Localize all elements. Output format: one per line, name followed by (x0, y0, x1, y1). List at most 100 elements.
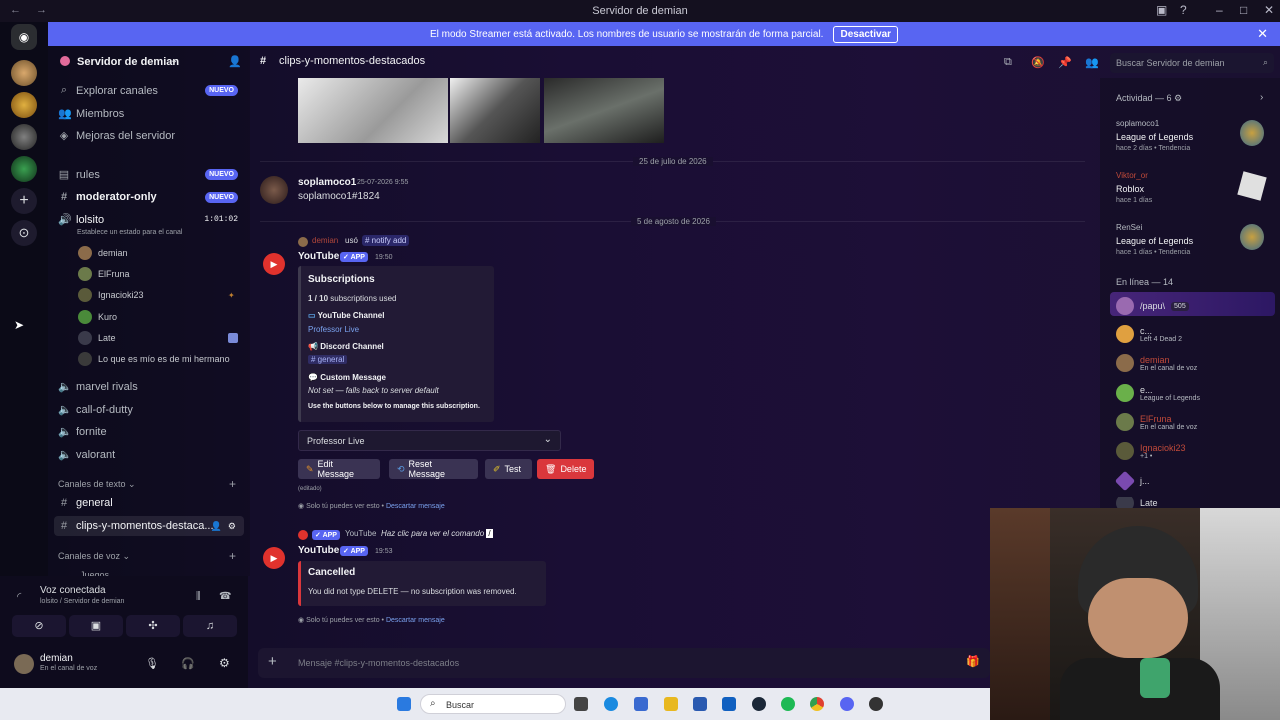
outlook-icon[interactable] (722, 697, 736, 711)
member-list-icon[interactable]: 👥 (1085, 56, 1099, 69)
youtube-avatar-icon[interactable]: ▶ (263, 547, 285, 569)
avatar[interactable] (260, 176, 288, 204)
edit-message-button[interactable]: ✎ Edit Message (298, 459, 380, 479)
add-channel-icon[interactable]: + (229, 549, 236, 563)
chevron-right-icon[interactable]: › (1260, 92, 1263, 103)
voice-user[interactable]: ElFruna (78, 267, 130, 281)
app-taskbar-icon[interactable] (869, 697, 883, 711)
voice-user[interactable]: Ignacioki23 ✦ (78, 288, 235, 302)
attached-image[interactable] (544, 78, 664, 143)
server-icon-2[interactable] (11, 92, 37, 118)
inbox-icon[interactable]: ▣ (1156, 3, 1167, 17)
sidebar-item-members[interactable]: 👥 Miembros (58, 107, 244, 121)
windows-start-icon[interactable] (397, 697, 411, 711)
add-attachment-icon[interactable]: + (268, 653, 277, 670)
command-mention[interactable]: # notify add (362, 235, 410, 246)
minimize-icon[interactable]: – (1216, 3, 1223, 17)
voice-channel[interactable]: 🔈 fornite (58, 425, 244, 439)
steam-icon[interactable] (752, 697, 766, 711)
voice-user[interactable]: Late (78, 331, 238, 345)
discord-taskbar-icon[interactable] (840, 697, 854, 711)
subscription-select[interactable]: Professor Live ⌄ (298, 430, 561, 451)
chevron-down-icon[interactable]: ⌄ (170, 55, 178, 66)
yt-field-value[interactable]: Professor Live (308, 325, 359, 334)
activities-button[interactable]: ✣ (126, 615, 180, 637)
help-icon[interactable]: ? (1180, 3, 1187, 17)
member-row[interactable]: ElFruna En el canal de voz (1116, 413, 1197, 431)
voice-connected-sub[interactable]: lolsito / Servidor de demian (40, 598, 124, 605)
channel-rules[interactable]: ▤ rules NUEVO (58, 168, 244, 181)
chrome-icon[interactable] (810, 697, 824, 711)
add-channel-icon[interactable]: + (229, 477, 236, 491)
reset-message-button[interactable]: ⟲ Reset Message (389, 459, 478, 479)
category-text-channels[interactable]: Canales de texto ⌄ (58, 479, 136, 490)
close-window-icon[interactable]: ✕ (1264, 3, 1274, 17)
file-explorer-icon[interactable] (664, 697, 678, 711)
soundboard-button[interactable]: ♫ (183, 615, 237, 637)
activity-user[interactable]: soplamoco1 (1116, 119, 1159, 128)
notifications-icon[interactable]: 🔕 (1031, 56, 1045, 69)
activity-game[interactable]: League of Legends (1116, 132, 1193, 142)
attached-image[interactable] (298, 78, 448, 143)
member-row[interactable]: /papu\ 505 (1116, 297, 1189, 315)
close-banner-icon[interactable]: ✕ (1257, 26, 1268, 42)
message-input[interactable]: + Mensaje #clips-y-momentos-destacados 🎁 (258, 648, 990, 678)
member-row[interactable]: Ignacioki23 +1 • (1116, 442, 1186, 460)
add-server-icon[interactable]: + (11, 188, 37, 214)
reply-author[interactable]: YouTube (345, 529, 376, 538)
discord-home-icon[interactable]: ◉ (11, 24, 37, 50)
test-button[interactable]: ✐ Test (485, 459, 532, 479)
store-icon[interactable] (693, 697, 707, 711)
channel-status[interactable]: Establece un estado para el canal (77, 229, 182, 236)
server-icon-3[interactable] (11, 124, 37, 150)
reply-user[interactable]: demian (312, 236, 338, 245)
dismiss-link[interactable]: Descartar mensaje (386, 617, 445, 624)
channel-general[interactable]: # general (58, 497, 244, 509)
camera-off-button[interactable]: ⊘ (12, 615, 66, 637)
server-name[interactable]: Servidor de demian (77, 56, 179, 68)
dc-field-value[interactable]: # general (308, 355, 348, 364)
activity-game[interactable]: Roblox (1116, 184, 1144, 194)
screen-share-button[interactable]: ▣ (69, 615, 123, 637)
voice-channel[interactable]: 🔈 marvel rivals (58, 380, 244, 394)
pin-icon[interactable]: 📌 (1058, 56, 1072, 69)
taskbar-search[interactable]: ⌕ Buscar (420, 694, 566, 714)
message-author[interactable]: YouTube (298, 251, 339, 262)
maximize-icon[interactable]: □ (1240, 3, 1247, 17)
invite-icon[interactable]: 👤 (211, 521, 222, 532)
invite-icon[interactable]: 👤 (228, 55, 242, 68)
activity-user[interactable]: RenSei (1116, 223, 1142, 232)
youtube-avatar-icon[interactable]: ▶ (263, 253, 285, 275)
microphone-icon[interactable]: 🎙 (145, 657, 159, 670)
sidebar-item-explore[interactable]: ⌕ Explorar canales NUEVO (58, 84, 244, 97)
message-author[interactable]: soplamoco1 (298, 177, 356, 188)
channel-moderator-only[interactable]: # moderator-only NUEVO (58, 191, 244, 203)
edge-icon[interactable] (604, 697, 618, 711)
category-voice-channels[interactable]: Canales de voz ⌄ (58, 551, 130, 562)
deactivate-button[interactable]: Desactivar (833, 25, 899, 43)
activity-game[interactable]: League of Legends (1116, 236, 1193, 246)
voice-user[interactable]: Kuro (78, 310, 117, 324)
voice-channel[interactable]: 🔈 valorant (58, 448, 244, 462)
task-view-icon[interactable] (574, 697, 588, 711)
member-row[interactable]: e... League of Legends (1116, 384, 1200, 402)
headphones-icon[interactable]: 🎧 (181, 657, 195, 670)
copilot-icon[interactable] (634, 697, 648, 711)
threads-icon[interactable]: ⧉ (1004, 56, 1012, 69)
server-icon-4[interactable] (11, 156, 37, 182)
search-input[interactable]: Buscar Servidor de demian ⌕ (1110, 53, 1274, 73)
delete-button[interactable]: 🗑 Delete (537, 459, 594, 479)
activity-user[interactable]: Viktor_or (1116, 171, 1148, 180)
gear-icon[interactable]: ⚙ (219, 656, 230, 670)
disconnect-icon[interactable]: ☎ (219, 591, 231, 602)
avatar[interactable] (14, 654, 34, 674)
sidebar-item-boosts[interactable]: ◈ Mejoras del servidor (58, 129, 244, 143)
member-row[interactable]: c... Left 4 Dead 2 (1116, 325, 1182, 343)
channel-clips[interactable]: # clips-y-momentos-destaca... ⚙ 👤 (58, 520, 244, 532)
noise-suppression-icon[interactable]: ⫼ (196, 591, 201, 602)
server-icon-demian[interactable] (11, 60, 37, 86)
voice-user[interactable]: demian (78, 246, 128, 260)
voice-channel-lolsito[interactable]: 🔊 lolsito 1:01:02 (58, 213, 244, 227)
voice-channel[interactable]: 🔈 call-of-dutty (58, 403, 244, 417)
spotify-icon[interactable] (781, 697, 795, 711)
